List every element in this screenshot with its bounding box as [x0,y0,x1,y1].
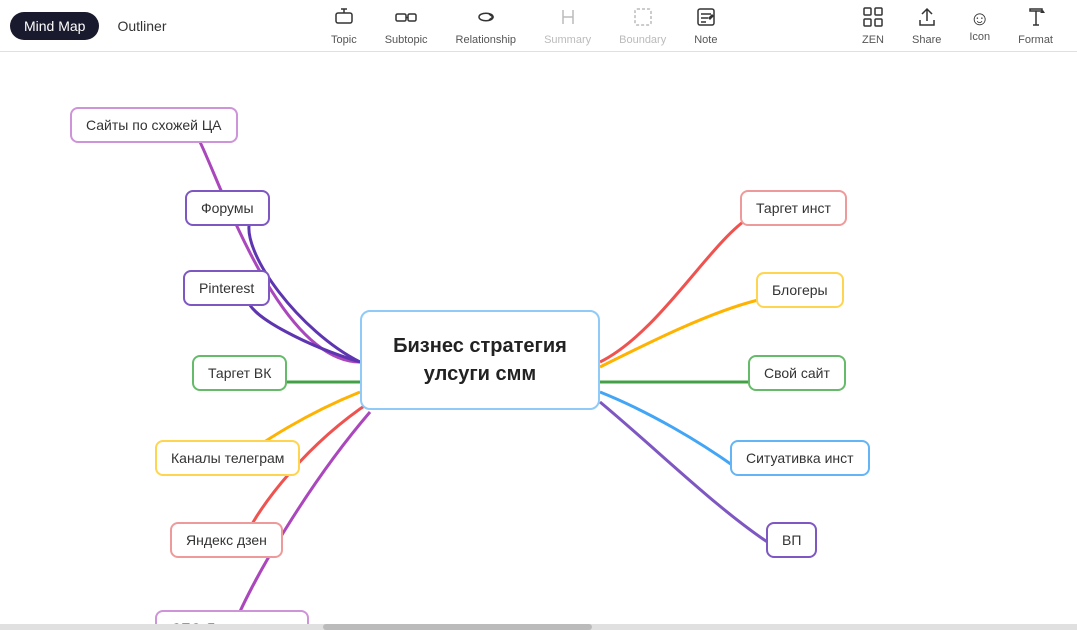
topic-label: Topic [331,34,357,46]
node-vp-text: ВП [782,532,801,548]
boundary-label: Boundary [619,34,666,46]
scrollbar[interactable] [0,624,1077,630]
node-forums-text: Форумы [201,200,254,216]
note-label: Note [694,34,717,46]
scrollbar-thumb[interactable] [323,624,592,630]
toolbar-right: ZEN Share ☺ Icon [848,2,1067,50]
zen-icon [862,6,884,32]
tool-topic[interactable]: Topic [317,2,371,50]
node-situativka[interactable]: Ситуативка инст [730,440,870,476]
tool-share[interactable]: Share [898,2,955,50]
relationship-label: Relationship [456,34,517,46]
node-kanaly-text: Каналы телеграм [171,450,284,466]
tool-format[interactable]: Format [1004,2,1067,50]
tab-mindmap[interactable]: Mind Map [10,12,99,40]
node-blogery-text: Блогеры [772,282,828,298]
node-yandex-dzen-text: Яндекс дзен [186,532,267,548]
node-saity[interactable]: Сайты по схожей ЦА [70,107,238,143]
node-saity-text: Сайты по схожей ЦА [86,117,222,133]
boundary-icon [632,6,654,32]
node-pinterest-text: Pinterest [199,280,254,296]
tool-summary[interactable]: Summary [530,2,605,50]
tab-outliner[interactable]: Outliner [103,12,180,40]
node-target-inst[interactable]: Таргет инст [740,190,847,226]
center-text: Бизнес стратегия улсуги смм [393,335,567,385]
node-blogery[interactable]: Блогеры [756,272,844,308]
relationship-icon [475,6,497,32]
node-pinterest[interactable]: Pinterest [183,270,270,306]
node-svoy-sayt[interactable]: Свой сайт [748,355,846,391]
share-label: Share [912,34,941,46]
topic-icon [333,6,355,32]
node-forums[interactable]: Форумы [185,190,270,226]
tool-icon[interactable]: ☺ Icon [955,5,1004,47]
subtopic-label: Subtopic [385,34,428,46]
node-vp[interactable]: ВП [766,522,817,558]
tool-boundary[interactable]: Boundary [605,2,680,50]
toolbar-center: Topic Subtopic Relationship [201,2,849,50]
view-tabs: Mind Map Outliner [10,12,181,40]
node-center[interactable]: Бизнес стратегия улсуги смм [360,310,600,410]
node-target-inst-text: Таргет инст [756,200,831,216]
format-icon [1025,6,1047,32]
node-yandex-dzen[interactable]: Яндекс дзен [170,522,283,558]
note-icon [695,6,717,32]
tool-relationship[interactable]: Relationship [442,2,531,50]
summary-icon [557,6,579,32]
zen-label: ZEN [862,34,884,46]
node-svoy-sayt-text: Свой сайт [764,365,830,381]
node-kanaly[interactable]: Каналы телеграм [155,440,300,476]
share-icon [916,6,938,32]
node-situativka-text: Ситуативка инст [746,450,854,466]
icon-label: Icon [969,31,990,43]
node-target-vk-text: Таргет ВК [208,365,271,381]
tool-subtopic[interactable]: Subtopic [371,2,442,50]
subtopic-icon [395,6,417,32]
tool-zen[interactable]: ZEN [848,2,898,50]
toolbar: Mind Map Outliner Topic [0,0,1077,52]
node-target-vk[interactable]: Таргет ВК [192,355,287,391]
icon-icon: ☺ [970,9,990,29]
summary-label: Summary [544,34,591,46]
tool-note[interactable]: Note [680,2,731,50]
canvas[interactable]: Бизнес стратегия улсуги смм Сайты по схо… [0,52,1077,630]
format-label: Format [1018,34,1053,46]
